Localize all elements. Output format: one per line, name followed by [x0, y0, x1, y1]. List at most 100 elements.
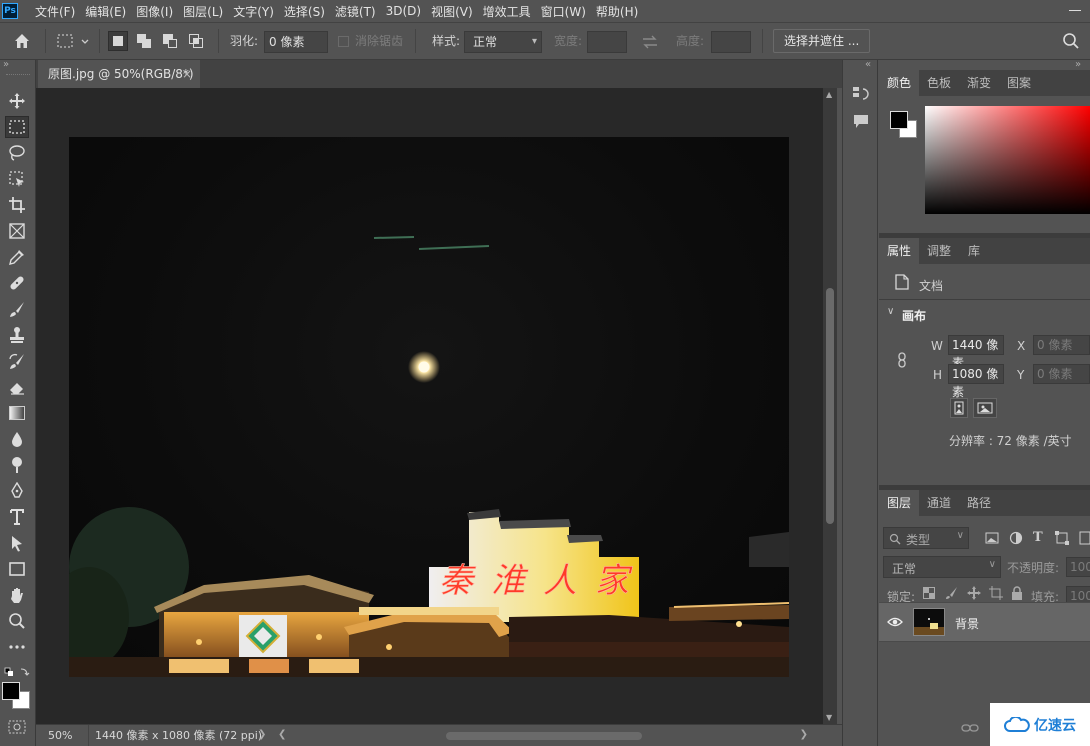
marquee-preset-icon[interactable]: [56, 33, 92, 51]
eraser-tool-icon[interactable]: [5, 376, 29, 398]
lock-all-icon[interactable]: [1011, 586, 1025, 600]
gradient-tool-icon[interactable]: [5, 402, 29, 424]
shape-filter-icon[interactable]: [1055, 531, 1069, 545]
history-brush-tool-icon[interactable]: [5, 350, 29, 372]
menu-image[interactable]: 图像(I): [131, 3, 178, 20]
canvas-y-input[interactable]: 0 像素: [1033, 364, 1090, 384]
chevron-down-icon[interactable]: ∨: [887, 306, 894, 317]
document-canvas-image[interactable]: 秦淮人家: [69, 137, 789, 677]
lasso-tool-icon[interactable]: [5, 142, 29, 164]
comments-panel-icon[interactable]: [851, 112, 871, 132]
eye-visibility-icon[interactable]: [887, 616, 903, 628]
frame-tool-icon[interactable]: [5, 220, 29, 242]
document-tab[interactable]: 原图.jpg @ 50%(RGB/8*) ×: [38, 60, 200, 88]
scroll-right-icon[interactable]: ❯: [800, 729, 808, 740]
subtract-selection-button[interactable]: [160, 31, 180, 51]
lock-image-pixels-icon[interactable]: [945, 586, 959, 600]
status-menu-arrow-icon[interactable]: ❯: [258, 729, 266, 740]
intersect-selection-button[interactable]: [186, 31, 206, 51]
rectangle-tool-icon[interactable]: [5, 558, 29, 580]
panel-collapse-arrows-icon[interactable]: »: [1075, 59, 1081, 70]
menu-file[interactable]: 文件(F): [30, 3, 80, 20]
canvas-width-input[interactable]: 1440 像素: [948, 335, 1004, 370]
canvas-height-input[interactable]: 1080 像素: [948, 364, 1004, 399]
vertical-scrollbar[interactable]: ▲ ▼: [823, 88, 837, 724]
move-tool-icon[interactable]: [5, 90, 29, 112]
scroll-left-icon[interactable]: ❮: [278, 729, 286, 740]
brush-tool-icon[interactable]: [5, 298, 29, 320]
lock-position-icon[interactable]: [967, 586, 981, 600]
path-selection-tool-icon[interactable]: [5, 532, 29, 554]
antialias-checkbox[interactable]: [338, 36, 349, 47]
menu-view[interactable]: 视图(V): [426, 3, 478, 20]
pen-tool-icon[interactable]: [5, 480, 29, 502]
collapse-arrows-icon[interactable]: »: [3, 59, 9, 70]
menu-help[interactable]: 帮助(H): [591, 3, 643, 20]
crop-tool-icon[interactable]: [5, 194, 29, 216]
type-filter-icon[interactable]: T: [1033, 530, 1047, 545]
hand-tool-icon[interactable]: [5, 584, 29, 606]
horizontal-scroll-thumb[interactable]: [446, 732, 642, 740]
search-icon[interactable]: [1062, 32, 1082, 52]
panel-foreground-swatch[interactable]: [890, 111, 908, 129]
tab-paths[interactable]: 路径: [959, 490, 999, 516]
vertical-scroll-thumb[interactable]: [826, 288, 834, 524]
adjustment-filter-icon[interactable]: [1009, 531, 1023, 545]
add-selection-button[interactable]: [134, 31, 154, 51]
menu-3d[interactable]: 3D(D): [381, 4, 426, 18]
color-picker-field[interactable]: [925, 106, 1090, 214]
document-info[interactable]: 1440 像素 x 1080 像素 (72 ppi): [88, 725, 262, 746]
object-selection-tool-icon[interactable]: [5, 168, 29, 190]
menu-type[interactable]: 文字(Y): [228, 3, 279, 20]
home-icon[interactable]: [12, 31, 36, 53]
width-input[interactable]: [587, 31, 627, 53]
opacity-input[interactable]: 100%: [1066, 557, 1090, 577]
lock-transparent-pixels-icon[interactable]: [923, 587, 937, 601]
foreground-color-swatch[interactable]: [2, 682, 20, 700]
zoom-level-field[interactable]: 50%: [40, 727, 82, 745]
tab-layers[interactable]: 图层: [879, 490, 919, 516]
tab-adjustments[interactable]: 调整: [919, 238, 959, 264]
menu-filter[interactable]: 滤镜(T): [330, 3, 381, 20]
lock-artboard-icon[interactable]: [989, 586, 1003, 600]
height-input[interactable]: [711, 31, 751, 53]
smart-object-filter-icon[interactable]: [1079, 531, 1090, 545]
tab-swatches[interactable]: 色板: [919, 70, 959, 96]
menu-window[interactable]: 窗口(W): [536, 3, 591, 20]
minimize-icon[interactable]: [1068, 2, 1082, 16]
horizontal-scrollbar[interactable]: ❮ ❯: [278, 729, 808, 743]
landscape-orientation-icon[interactable]: [973, 398, 997, 418]
tab-channels[interactable]: 通道: [919, 490, 959, 516]
blur-tool-icon[interactable]: [5, 428, 29, 450]
tab-libraries[interactable]: 库: [959, 238, 989, 264]
feather-input[interactable]: 0 像素: [264, 31, 328, 53]
portrait-orientation-icon[interactable]: [950, 398, 968, 418]
blend-mode-select[interactable]: 正常 ∨: [883, 556, 1001, 578]
menu-edit[interactable]: 编辑(E): [80, 3, 131, 20]
zoom-tool-icon[interactable]: [5, 610, 29, 632]
scroll-up-icon[interactable]: ▲: [826, 90, 832, 99]
menu-select[interactable]: 选择(S): [279, 3, 330, 20]
type-tool-icon[interactable]: [5, 506, 29, 528]
select-and-mask-button[interactable]: 选择并遮住 ...: [773, 29, 871, 53]
clone-stamp-tool-icon[interactable]: [5, 324, 29, 346]
tab-gradients[interactable]: 渐变: [959, 70, 999, 96]
tab-color[interactable]: 颜色: [879, 70, 919, 96]
quick-mask-icon[interactable]: [8, 720, 26, 734]
dodge-tool-icon[interactable]: [5, 454, 29, 476]
expand-arrows-icon[interactable]: «: [865, 59, 871, 70]
layer-row[interactable]: 背景: [879, 602, 1090, 642]
new-selection-button[interactable]: [108, 31, 128, 51]
toolbar-grip[interactable]: [6, 74, 30, 76]
link-layers-icon[interactable]: [961, 722, 979, 736]
canvas-x-input[interactable]: 0 像素: [1033, 335, 1090, 355]
close-tab-icon[interactable]: ×: [182, 60, 192, 88]
rectangular-marquee-tool-icon[interactable]: [5, 116, 29, 138]
menu-plugins[interactable]: 增效工具: [478, 3, 536, 20]
more-tools-icon[interactable]: [5, 636, 29, 658]
pixel-filter-icon[interactable]: [985, 531, 999, 545]
link-dimensions-icon[interactable]: [896, 352, 910, 368]
style-select[interactable]: 正常 ▾: [464, 31, 542, 53]
healing-brush-tool-icon[interactable]: [5, 272, 29, 294]
swap-dimensions-icon[interactable]: [640, 33, 660, 51]
